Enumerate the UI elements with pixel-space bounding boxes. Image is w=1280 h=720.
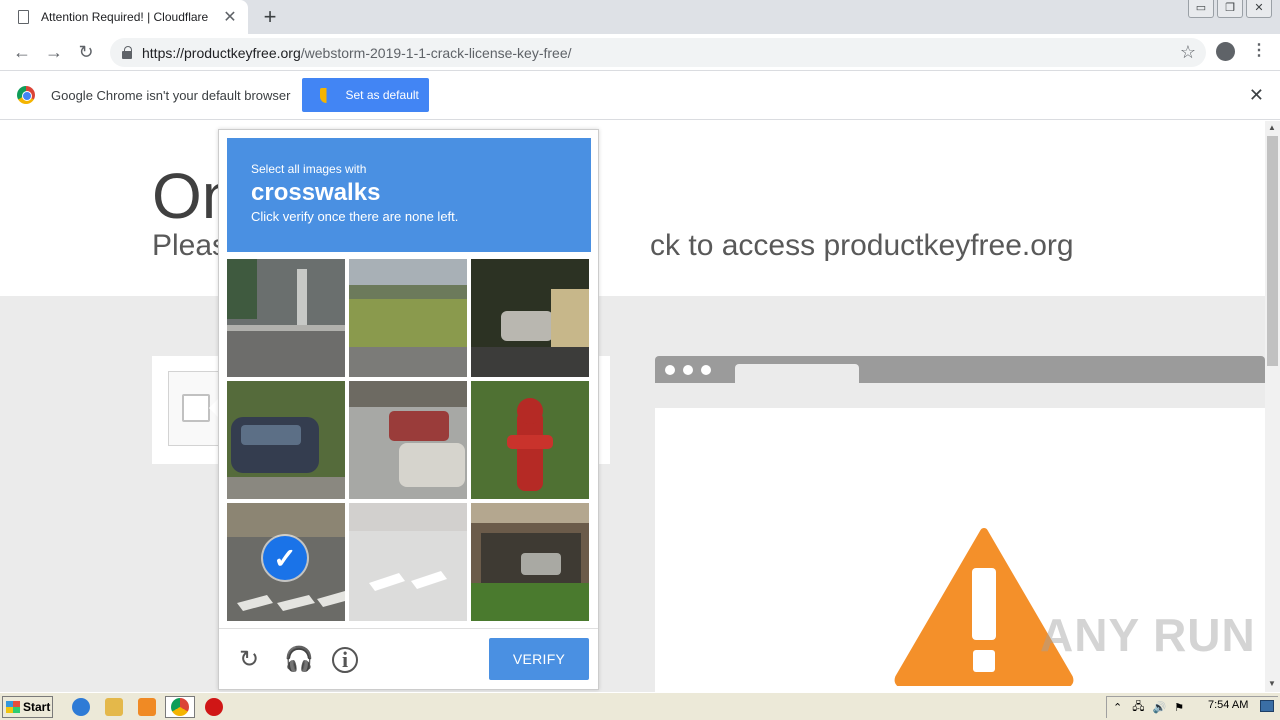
lock-icon: [122, 45, 132, 59]
subtitle-left: Pleas: [152, 229, 228, 262]
illustration-dot: [701, 365, 711, 375]
image-tile-crosswalk-faded[interactable]: [349, 503, 467, 621]
folder-icon[interactable]: [105, 698, 123, 716]
start-label: Start: [23, 700, 51, 714]
shield-icon: [320, 87, 334, 103]
back-arrow-icon[interactable]: ←: [10, 40, 34, 64]
network-icon[interactable]: 🖧: [1132, 698, 1144, 717]
set-as-default-label: Set as default: [345, 88, 419, 102]
set-as-default-button[interactable]: Set as default: [302, 78, 430, 112]
media-player-icon[interactable]: [138, 698, 156, 716]
illustration-tab: [735, 364, 859, 383]
selected-check-icon: ✓: [263, 536, 307, 580]
illustration-titlebar: [655, 356, 1265, 383]
infobar-message: Google Chrome isn't your default browser: [51, 87, 291, 103]
tab-close-icon[interactable]: ✕: [218, 7, 242, 27]
tray-expand-icon[interactable]: ⌃: [1113, 701, 1122, 714]
browser-toolbar: ← → ↻ https://productkeyfree.org/webstor…: [0, 34, 1280, 71]
profile-icon[interactable]: [1216, 42, 1235, 61]
bookmark-star-icon[interactable]: ☆: [1180, 42, 1196, 63]
image-tile-building-street[interactable]: [227, 259, 345, 377]
tab-strip: Attention Required! | Cloudflare ✕ + ▭ ❐…: [0, 0, 1280, 34]
url-text: https://productkeyfree.org/webstorm-2019…: [142, 45, 572, 61]
default-browser-infobar: Google Chrome isn't your default browser…: [0, 71, 1280, 120]
show-desktop-icon[interactable]: [1260, 700, 1274, 712]
scroll-up-icon[interactable]: ▲: [1268, 123, 1276, 132]
internet-explorer-icon[interactable]: [72, 698, 90, 716]
warning-icon: [894, 528, 1074, 686]
taskbar: Start ⌃ 🖧 🔊 ⚑ 7:54 AM: [0, 692, 1280, 720]
captcha-checkbox[interactable]: [182, 394, 210, 422]
antivirus-icon[interactable]: [205, 698, 223, 716]
challenge-instruction: Click verify once there are none left.: [251, 209, 459, 224]
subtitle-right: ck to access productkeyfree.org: [650, 229, 1074, 262]
chrome-icon: [171, 698, 189, 716]
captcha-challenge: Select all images with crosswalks Click …: [218, 129, 599, 690]
chrome-logo-icon: [17, 86, 35, 104]
clock: 7:54 AM: [1208, 699, 1249, 711]
illustration-dot: [683, 365, 693, 375]
address-bar[interactable]: https://productkeyfree.org/webstorm-2019…: [110, 38, 1206, 67]
image-tile-crosswalk[interactable]: ✓: [227, 503, 345, 621]
challenge-image-grid: ✓: [227, 259, 590, 622]
info-icon[interactable]: i: [332, 647, 358, 673]
image-tile-building-car[interactable]: [471, 503, 589, 621]
anyrun-watermark: ANY RUN: [1040, 609, 1256, 661]
vertical-scrollbar[interactable]: ▲ ▼: [1265, 121, 1280, 692]
forward-arrow-icon[interactable]: →: [42, 40, 66, 64]
windows-logo-icon: [6, 701, 20, 713]
close-window-button[interactable]: ✕: [1246, 0, 1272, 18]
scroll-thumb[interactable]: [1267, 136, 1278, 366]
challenge-header: Select all images with crosswalks Click …: [227, 138, 591, 252]
tab-active[interactable]: Attention Required! | Cloudflare ✕: [0, 0, 248, 34]
challenge-target: crosswalks: [251, 179, 381, 206]
challenge-footer: ↻ 🎧 i VERIFY: [219, 628, 598, 689]
url-host: https://productkeyfree.org: [142, 44, 301, 61]
reload-icon[interactable]: ↻: [74, 40, 98, 64]
new-tab-button[interactable]: +: [258, 4, 282, 30]
flag-icon[interactable]: ⚑: [1174, 701, 1184, 714]
verify-button[interactable]: VERIFY: [489, 638, 589, 680]
scroll-down-icon[interactable]: ▼: [1268, 679, 1276, 688]
url-path: /webstorm-2019-1-1-crack-license-key-fre…: [300, 44, 572, 61]
audio-challenge-icon[interactable]: 🎧: [284, 647, 314, 673]
image-tile-car-parked[interactable]: [227, 381, 345, 499]
menu-dots-icon[interactable]: ⋮: [1251, 40, 1267, 60]
image-tile-field-road[interactable]: [349, 259, 467, 377]
restore-button[interactable]: ❐: [1217, 0, 1243, 18]
challenge-prompt-small: Select all images with: [251, 162, 367, 176]
start-button[interactable]: Start: [2, 696, 53, 718]
document-icon: [18, 10, 29, 24]
image-tile-cars-street[interactable]: [349, 381, 467, 499]
window-controls: ▭ ❐ ✕: [1185, 0, 1272, 18]
volume-icon[interactable]: 🔊: [1152, 701, 1166, 714]
image-tile-fire-hydrant[interactable]: [471, 381, 589, 499]
illustration-dot: [665, 365, 675, 375]
system-tray: ⌃ 🖧 🔊 ⚑: [1106, 696, 1278, 718]
chrome-taskbar-button[interactable]: [165, 696, 195, 718]
minimize-button[interactable]: ▭: [1188, 0, 1214, 18]
page-content: On Pleas ck to access productkeyfree.org: [0, 121, 1265, 692]
infobar-close-icon[interactable]: ✕: [1249, 85, 1264, 106]
image-tile-parked-car-dark[interactable]: [471, 259, 589, 377]
tab-title: Attention Required! | Cloudflare: [41, 10, 209, 24]
reload-challenge-icon[interactable]: ↻: [236, 647, 262, 673]
